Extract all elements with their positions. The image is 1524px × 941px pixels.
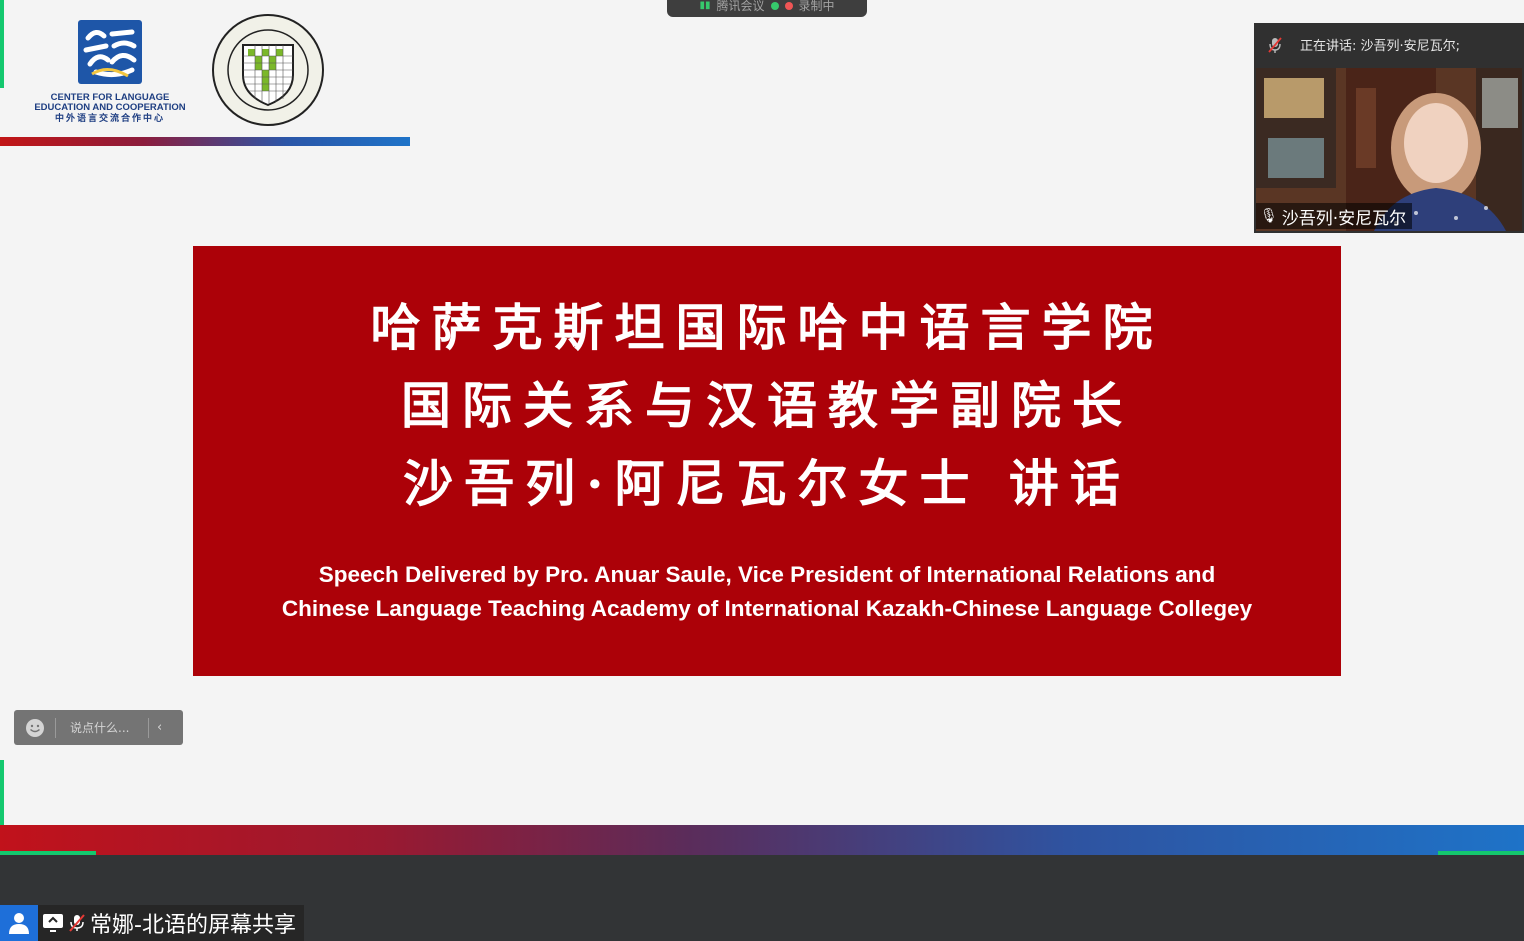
title-cn-line-1: 哈萨克斯坦国际哈中语言学院 [370,298,1164,357]
screen-share-tag[interactable]: 常娜-北语的屏幕共享 [0,905,304,941]
screen-share-icon [43,914,63,932]
chat-placeholder[interactable]: 说点什么... [70,719,140,736]
meeting-app-name: 腾讯会议 [716,0,765,13]
clec-logo: CENTER FOR LANGUAGE EDUCATION AND COOPER… [24,20,196,130]
top-color-stripe [0,137,410,146]
clec-emblem [78,20,142,84]
user-avatar-icon [0,905,38,941]
mic-muted-small-icon [69,914,85,932]
speaker-video-panel[interactable]: 正在讲话: 沙吾列·安尼瓦尔; 🎙 沙吾列·安尼瓦尔 [1254,23,1524,233]
chat-divider [55,717,56,738]
title-en-line-2: Chinese Language Teaching Academy of Int… [281,596,1253,621]
chat-input-box[interactable]: 说点什么... ‹ [14,710,183,745]
clec-name-en-2: EDUCATION AND COOPERATION [34,102,186,113]
record-dot-icon [784,1,793,10]
title-cn-line-2: 国际关系与汉语教学副院长 [401,376,1133,435]
signal-icon: ▮▮ [699,0,711,11]
emoji-icon[interactable] [25,718,45,738]
speaker-name-tag: 🎙 沙吾列·安尼瓦尔 [1256,203,1413,229]
title-cn-line-3: 沙吾列·阿尼瓦尔女士 讲话 [403,454,1131,513]
now-speaking-text: 正在讲话: 沙吾列·安尼瓦尔; [1300,39,1461,54]
chat-divider-2 [148,717,149,738]
speech-title-card: 哈萨克斯坦国际哈中语言学院 国际关系与汉语教学副院长 沙吾列·阿尼瓦尔女士 讲话… [193,246,1341,676]
screen-share-label: 常娜-北语的屏幕共享 [90,913,296,938]
collapse-chevron-icon[interactable]: ‹ [157,720,162,735]
recording-label: 录制中 [798,0,835,13]
university-seal-logo [211,13,325,127]
speaker-name: 沙吾列·安尼瓦尔 [1281,208,1407,229]
clec-name-cn: 中外语言交流合作中心 [54,113,165,123]
green-edge-top [0,0,4,88]
title-en-line-1: Speech Delivered by Pro. Anuar Saule, Vi… [318,562,1216,587]
network-dot-icon [770,1,779,10]
bottom-color-stripe [0,825,1524,855]
mic-icon: 🎙 [1260,208,1278,224]
mic-muted-icon [1268,36,1282,53]
meeting-status-pill[interactable]: ▮▮ 腾讯会议 录制中 [667,0,867,17]
